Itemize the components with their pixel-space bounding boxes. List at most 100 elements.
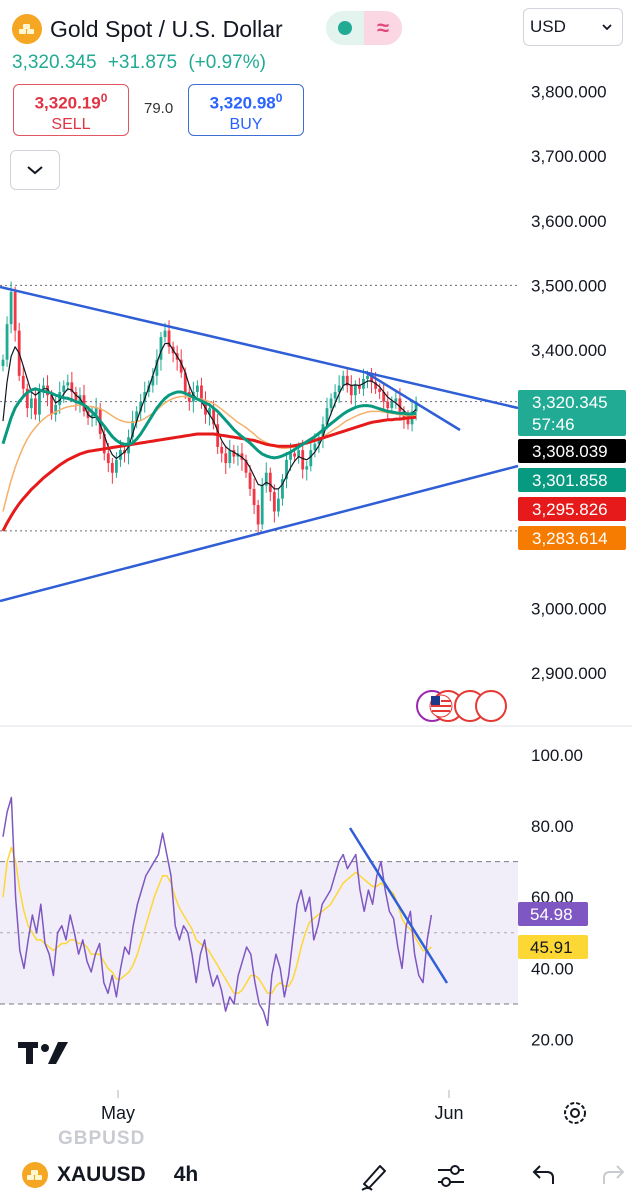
candle-body <box>366 375 369 380</box>
sliders-icon[interactable] <box>435 1160 467 1192</box>
candle-body <box>252 488 256 506</box>
buy-button[interactable]: 3,320.980 BUY <box>188 84 304 136</box>
price-line: 3,320.345 +31.875 (+0.97%) <box>12 52 272 74</box>
candle-body <box>297 450 301 457</box>
price-axis-label: 3,600.000 <box>531 212 607 231</box>
candle-body <box>272 492 276 512</box>
time-axis[interactable]: May Jun <box>101 1090 464 1123</box>
candle-body <box>228 450 232 464</box>
gold-coin-icon <box>12 14 42 44</box>
settings-icon[interactable] <box>564 1102 586 1124</box>
candle-body <box>66 382 70 386</box>
candle-body <box>5 324 9 360</box>
symbol-button[interactable]: XAUUSD 4h <box>22 1162 198 1188</box>
price-axis-label: 2,900.000 <box>531 664 607 683</box>
trend-line <box>0 464 519 603</box>
symbol-row[interactable]: Gold Spot / U.S. Dollar <box>12 12 283 46</box>
rsi-pane[interactable]: 100.0080.0060.0040.0020.0054.9845.91 <box>0 746 588 1050</box>
market-open-icon[interactable] <box>326 11 364 45</box>
rsi-axis-label: 100.00 <box>531 746 583 765</box>
time-axis-label: May <box>101 1103 135 1123</box>
candle-body <box>248 472 252 489</box>
candle-body <box>268 472 272 493</box>
status-pill[interactable]: ≈ <box>326 11 402 45</box>
candle-body <box>386 401 390 409</box>
candle-body <box>13 291 17 331</box>
countdown-text: 57:46 <box>532 415 575 434</box>
price-label-text: 3,283.614 <box>532 529 608 548</box>
candle-body <box>349 385 353 396</box>
rsi-label-text: 45.91 <box>530 938 573 957</box>
candle-body <box>329 398 333 409</box>
time-axis-label: Jun <box>434 1103 463 1123</box>
candle-body <box>305 466 309 470</box>
candle-body <box>106 453 110 464</box>
buy-price: 3,320.98 <box>209 93 276 113</box>
collapse-button[interactable] <box>10 150 60 190</box>
undo-icon[interactable] <box>527 1160 557 1190</box>
gold-coin-icon <box>22 1162 48 1188</box>
buy-price-pip: 0 <box>275 91 283 105</box>
price-axis-label: 3,400.000 <box>531 341 607 360</box>
interval-button[interactable]: 4h <box>174 1163 199 1187</box>
candle-body <box>390 401 394 409</box>
candle-body <box>277 498 280 512</box>
candle-body <box>21 375 25 389</box>
rsi-axis-label: 80.00 <box>531 817 574 836</box>
rsi-label-text: 54.98 <box>530 905 573 924</box>
buy-label: BUY <box>229 115 263 133</box>
rsi-axis-label: 20.00 <box>531 1031 574 1050</box>
currency-select[interactable]: USD <box>523 8 623 46</box>
spread-value: 79.0 <box>144 100 174 117</box>
tradingview-logo-icon <box>18 1042 68 1064</box>
delay-icon[interactable]: ≈ <box>364 11 402 45</box>
candle-body <box>196 385 199 392</box>
candle-body <box>115 459 118 473</box>
price-change: +31.875 <box>107 52 178 73</box>
candle-body <box>220 446 224 454</box>
price-axis-label: 3,500.000 <box>531 276 607 295</box>
price-label-text: 3,301.858 <box>532 471 608 490</box>
candle-body <box>353 385 357 396</box>
candle-body <box>34 398 37 415</box>
candle-body <box>163 330 167 338</box>
brush-icon[interactable] <box>358 1160 390 1192</box>
symbol-title[interactable]: Gold Spot / U.S. Dollar <box>50 16 283 43</box>
candle-body <box>398 398 402 412</box>
sell-label: SELL <box>51 115 91 133</box>
price-label-text: 3,295.826 <box>532 500 608 519</box>
trend-line <box>0 285 519 410</box>
last-price: 3,320.345 <box>12 52 97 73</box>
bottom-symbol: XAUUSD <box>57 1163 146 1186</box>
candle-body <box>29 398 33 409</box>
chevron-down-icon <box>27 166 43 175</box>
sell-price-pip: 0 <box>100 91 108 105</box>
redo-icon[interactable] <box>600 1160 630 1190</box>
candle-body <box>9 291 13 325</box>
candle-body <box>224 453 228 464</box>
price-change-pct: (+0.97%) <box>188 52 266 73</box>
candle-body <box>341 375 345 386</box>
sell-price: 3,320.19 <box>34 93 101 113</box>
sma-red-line <box>1 415 417 532</box>
candle-body <box>309 450 313 467</box>
chevron-down-icon <box>602 24 612 30</box>
price-label-text: 3,308.039 <box>532 442 608 461</box>
candle-body <box>333 391 337 399</box>
rsi-axis-label: 40.00 <box>531 959 574 978</box>
candle-body <box>301 450 305 470</box>
ghost-symbol: GBPUSD <box>58 1128 146 1149</box>
currency-value: USD <box>530 17 566 36</box>
price-label-text: 3,320.345 <box>532 393 608 412</box>
events-icon[interactable] <box>416 690 507 722</box>
candle-body <box>1 359 5 367</box>
candle-body <box>289 453 292 460</box>
price-axis-label: 3,000.000 <box>531 599 607 618</box>
candle-body <box>293 453 296 457</box>
candle-body <box>62 385 66 392</box>
candle-body <box>260 485 264 525</box>
candle-body <box>378 388 382 392</box>
sell-button[interactable]: 3,320.190 SELL <box>13 84 129 136</box>
candle-body <box>110 463 114 473</box>
candle-body <box>256 505 260 525</box>
